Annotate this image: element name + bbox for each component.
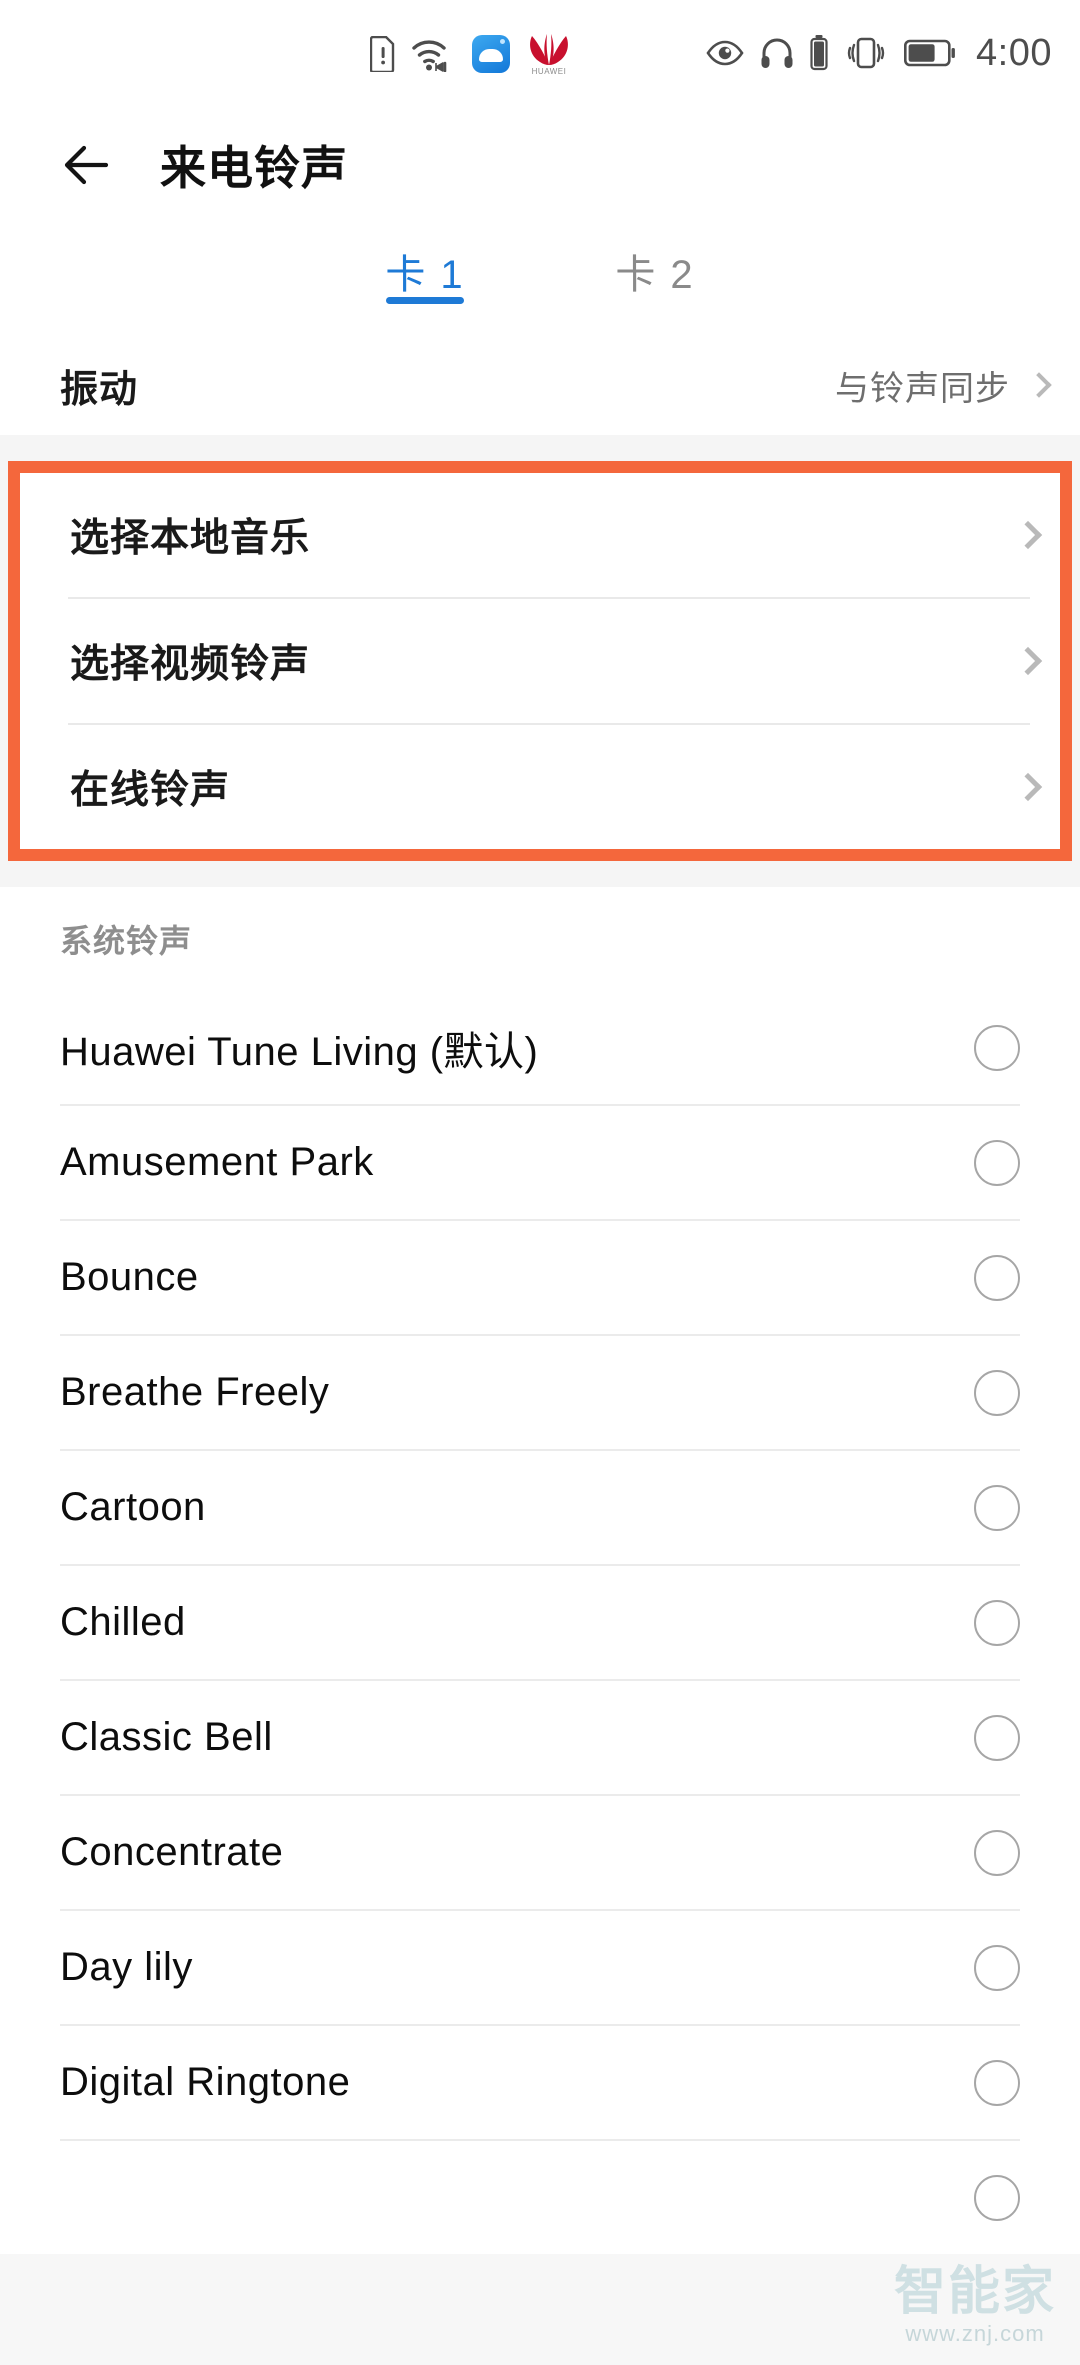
watermark-brand: 智能家 [893, 2263, 1056, 2321]
list-item-partial[interactable] [0, 2141, 1080, 2254]
select-video-ringtone-label: 选择视频铃声 [70, 643, 311, 686]
list-item[interactable]: Breathe Freely [0, 1336, 1080, 1449]
status-bar-right-icons: 4:00 [706, 34, 1052, 72]
list-item[interactable]: Day lily [0, 1911, 1080, 2024]
status-bar-left-icons: HUAWEI [370, 34, 572, 76]
vibration-card: 振动 与铃声同步 [0, 335, 1080, 435]
list-item[interactable]: Concentrate [0, 1796, 1080, 1909]
ringtone-radio[interactable] [974, 1944, 1020, 1991]
ringtone-radio[interactable] [974, 1139, 1020, 1186]
chevron-right-icon [1026, 372, 1052, 398]
tab-sim-2-label: 卡 2 [615, 253, 695, 297]
ringtone-name: Cartoon [60, 1485, 206, 1529]
ringtone-name: Digital Ringtone [60, 2060, 351, 2104]
list-item[interactable]: Digital Ringtone [0, 2026, 1080, 2139]
ringtone-radio[interactable] [974, 1714, 1020, 1761]
ringtone-name: Day lily [60, 1945, 193, 1989]
ringtone-radio[interactable] [974, 1024, 1020, 1071]
cloud-app-icon [472, 35, 510, 73]
status-bar-clock: 4:00 [976, 32, 1052, 74]
vibration-label: 振动 [60, 368, 139, 411]
list-item[interactable]: Classic Bell [0, 1681, 1080, 1794]
ringtone-name: Breathe Freely [60, 1370, 330, 1414]
status-bar: HUAWEI 4:00 [0, 0, 1080, 100]
page-title: 来电铃声 [160, 142, 348, 194]
headphone-battery-icon [810, 35, 828, 71]
sim-alert-icon [370, 36, 395, 72]
ringtone-radio[interactable] [974, 1484, 1020, 1531]
list-item[interactable]: Bounce [0, 1221, 1080, 1334]
list-item[interactable]: Chilled [0, 1566, 1080, 1679]
chevron-right-icon [1013, 772, 1043, 802]
tab-sim-2[interactable]: 卡 2 [540, 230, 770, 300]
select-local-music-label: 选择本地音乐 [70, 517, 311, 560]
ringtone-radio[interactable] [974, 1599, 1020, 1646]
chevron-right-icon [1013, 520, 1043, 550]
list-item[interactable]: Huawei Tune Living (默认) [0, 991, 1080, 1104]
wifi-4g-icon [412, 40, 447, 72]
select-local-music-row[interactable]: 选择本地音乐 [20, 473, 1060, 597]
list-item[interactable]: Cartoon [0, 1451, 1080, 1564]
chevron-right-icon [1013, 646, 1043, 676]
vibrate-icon [847, 37, 885, 69]
ringtone-radio[interactable] [974, 2059, 1020, 2106]
ringtone-name: Chilled [60, 1600, 186, 1644]
back-arrow-icon[interactable] [58, 135, 118, 195]
ringtone-name: Bounce [60, 1255, 199, 1299]
ringtone-name: Huawei Tune Living (默认) [60, 1029, 539, 1074]
ringtone-radio[interactable] [974, 1829, 1020, 1876]
app-header: 来电铃声 [0, 100, 1080, 230]
system-ringtone-section-header: 系统铃声 [0, 887, 1080, 991]
watermark-url: www.znj.com [905, 2321, 1045, 2346]
online-ringtone-label: 在线铃声 [70, 769, 231, 812]
tab-active-underline [386, 297, 464, 304]
eye-comfort-icon [706, 40, 744, 66]
phone-screen: HUAWEI 4:00 来电铃声 卡 1 卡 2 振动 与铃声同步 选择本地音乐… [0, 0, 1080, 2365]
site-watermark: 智能家 www.znj.com [894, 2265, 1056, 2347]
select-video-ringtone-row[interactable]: 选择视频铃声 [20, 599, 1060, 723]
ringtone-radio[interactable] [974, 1254, 1020, 1301]
huawei-logo-text: HUAWEI [531, 67, 567, 76]
list-item[interactable]: Amusement Park [0, 1106, 1080, 1219]
huawei-logo-icon: HUAWEI [526, 34, 572, 76]
headphones-icon [761, 38, 793, 68]
tab-sim-1[interactable]: 卡 1 [310, 230, 540, 304]
section-gap [0, 435, 1080, 461]
online-ringtone-row[interactable]: 在线铃声 [20, 725, 1060, 849]
tab-sim-1-label: 卡 1 [385, 253, 465, 297]
ringtone-radio[interactable] [974, 1369, 1020, 1416]
ringtone-name: Concentrate [60, 1830, 284, 1874]
highlight-wrapper: 选择本地音乐 选择视频铃声 在线铃声 [0, 461, 1080, 861]
ringtone-radio[interactable] [974, 2174, 1020, 2221]
section-gap [0, 861, 1080, 887]
battery-icon [904, 39, 955, 67]
system-ringtone-section-title: 系统铃声 [60, 923, 193, 959]
vibration-row[interactable]: 振动 与铃声同步 [0, 335, 1080, 435]
ringtone-name: Amusement Park [60, 1140, 374, 1184]
sim-card-tabs: 卡 1 卡 2 [0, 230, 1080, 335]
ringtone-name: Classic Bell [60, 1715, 273, 1759]
ringtone-source-highlight-box: 选择本地音乐 选择视频铃声 在线铃声 [8, 461, 1072, 861]
vibration-value: 与铃声同步 [835, 369, 1010, 408]
system-ringtone-card: 系统铃声 Huawei Tune Living (默认) Amusement P… [0, 887, 1080, 2254]
